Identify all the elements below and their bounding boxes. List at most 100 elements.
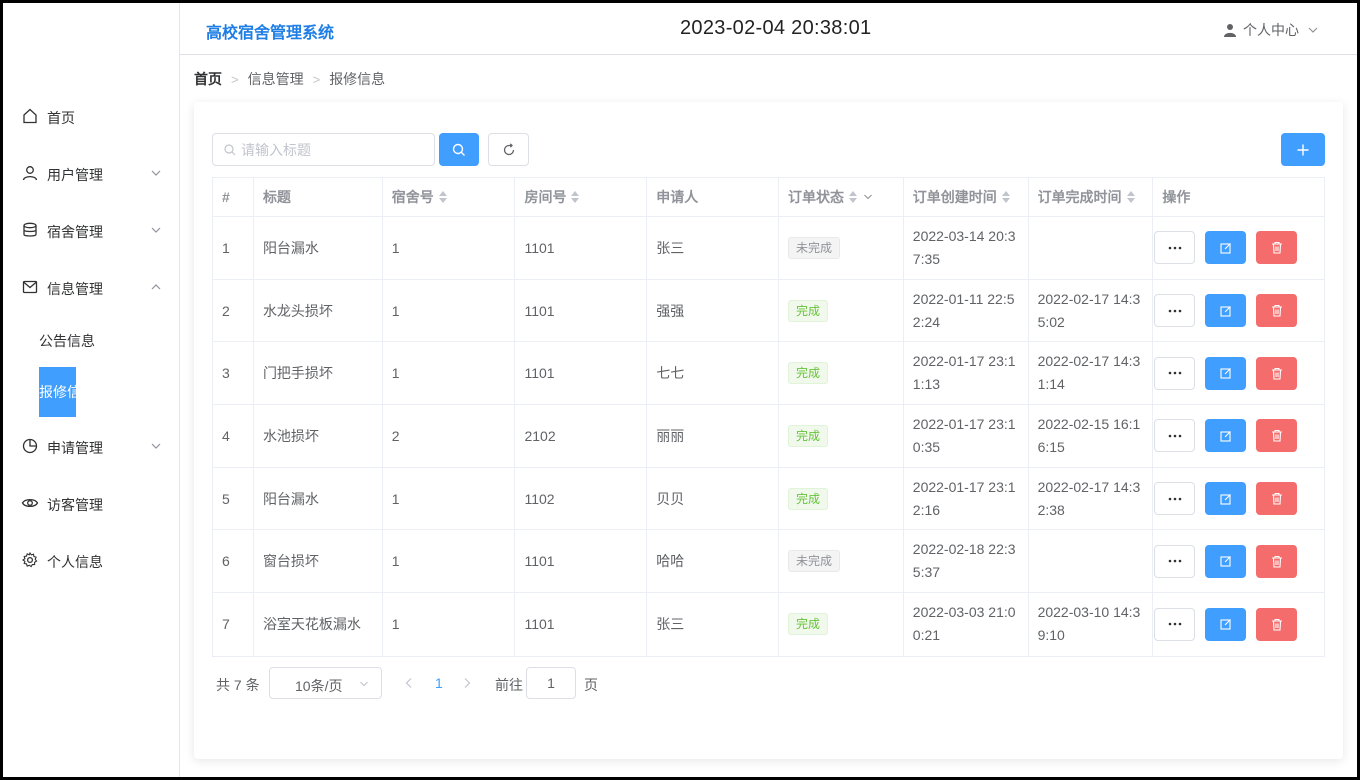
cell-created: 2022-01-11 22:52:24 (904, 279, 1029, 342)
edit-button[interactable] (1205, 294, 1247, 328)
cell-created: 2022-03-03 21:00:21 (904, 593, 1029, 656)
edit-button[interactable] (1205, 607, 1247, 641)
cell-status: 完成 (779, 593, 904, 656)
cell-actions (1153, 280, 1324, 342)
sidebar-item-label: 访客管理 (47, 497, 103, 513)
cell-room: 1101 (515, 279, 648, 342)
sidebar-subitem-repairs[interactable]: 报修信息 (39, 367, 95, 417)
ellipsis-icon (1168, 309, 1182, 312)
message-icon (22, 280, 38, 294)
sidebar-subitem-notices[interactable]: 公告信息 (39, 323, 95, 359)
sort-icon[interactable] (438, 191, 447, 203)
ellipsis-icon (1168, 371, 1182, 375)
ellipsis-icon (1168, 623, 1182, 626)
cell-applicant: 贝贝 (647, 467, 779, 530)
cell-actions (1153, 468, 1324, 530)
delete-button[interactable] (1256, 419, 1298, 453)
status-badge: 未完成 (788, 236, 841, 259)
search-input[interactable] (241, 140, 421, 160)
delete-button[interactable] (1256, 607, 1298, 641)
trash-icon (1271, 367, 1282, 380)
delete-button[interactable] (1256, 356, 1298, 390)
column-header-dorm[interactable]: 宿舍号 (383, 178, 516, 216)
sidebar-item-info[interactable]: 信息管理 (3, 269, 180, 305)
more-button[interactable] (1154, 419, 1196, 453)
cell-index: 3 (213, 342, 254, 405)
sidebar-item-label: 个人信息 (47, 554, 103, 570)
delete-button[interactable] (1256, 482, 1298, 516)
breadcrumb-info: 信息管理 (247, 71, 304, 87)
sidebar-item-home[interactable]: 首页 (3, 98, 180, 134)
sort-icon[interactable] (1001, 191, 1010, 203)
breadcrumb-separator: > (312, 71, 321, 87)
cell-room: 1101 (515, 593, 648, 656)
sidebar-item-profile[interactable]: 个人信息 (3, 542, 180, 578)
delete-button[interactable] (1256, 294, 1298, 328)
column-header-status[interactable]: 订单状态 (779, 178, 904, 216)
table-row: 3 门把手损坏 1 1101 七七 完成 2022-01-17 23:11:13 2022-0… (213, 342, 1324, 406)
column-header-actions: 操作 (1162, 189, 1191, 205)
goto-label: 前往 (495, 677, 523, 693)
edit-button[interactable] (1205, 231, 1247, 265)
sidebar-item-label: 首页 (47, 110, 75, 126)
breadcrumb-separator: > (231, 71, 239, 87)
cell-created: 2022-01-17 23:10:35 (904, 405, 1029, 467)
prev-page-icon[interactable] (404, 677, 414, 689)
page-number-current[interactable]: 1 (435, 675, 443, 691)
cell-title: 水龙头损坏 (254, 279, 383, 342)
cell-actions (1153, 405, 1324, 467)
more-button[interactable] (1154, 544, 1196, 578)
cell-status: 未完成 (779, 530, 904, 593)
cell-created: 2022-02-18 22:35:37 (904, 530, 1029, 593)
sidebar-subitem-label: 公告信息 (39, 333, 95, 349)
pie-chart-icon (22, 438, 38, 454)
search-button[interactable] (439, 133, 479, 166)
search-icon (452, 143, 465, 156)
column-header-created[interactable]: 订单创建时间 (904, 178, 1029, 216)
sidebar-item-visitors[interactable]: 访客管理 (3, 485, 180, 521)
table-body: 1 阳台漏水 1 1101 张三 未完成 2022-03-14 20:37:35 2 水龙头损坏… (213, 217, 1324, 656)
delete-button[interactable] (1256, 231, 1298, 265)
edit-button[interactable] (1205, 419, 1247, 453)
sidebar-item-dorms[interactable]: 宿舍管理 (3, 212, 180, 248)
more-button[interactable] (1154, 607, 1196, 641)
sidebar-item-users[interactable]: 用户管理 (3, 155, 180, 191)
user-center-label: 个人中心 (1243, 22, 1299, 38)
cell-room: 1101 (515, 217, 648, 279)
edit-button[interactable] (1205, 482, 1247, 516)
column-header-finished[interactable]: 订单完成时间 (1029, 178, 1154, 216)
breadcrumb-home[interactable]: 首页 (194, 69, 222, 89)
more-button[interactable] (1154, 294, 1196, 328)
goto-page-input[interactable] (526, 667, 576, 699)
cell-dorm: 1 (383, 593, 516, 656)
sort-icon[interactable] (571, 191, 580, 203)
cell-created: 2022-01-17 23:12:16 (904, 467, 1029, 530)
delete-button[interactable] (1256, 544, 1298, 578)
next-page-icon[interactable] (462, 677, 472, 689)
ellipsis-icon (1168, 497, 1182, 500)
cell-title: 窗台损坏 (254, 530, 383, 593)
filter-chevron-icon[interactable] (863, 192, 873, 202)
page-size-select[interactable]: 10条/页 (269, 667, 382, 699)
edit-icon (1220, 305, 1231, 317)
edit-icon (1220, 619, 1231, 631)
table-row: 7 浴室天花板漏水 1 1101 张三 完成 2022-03-03 21:00:21 2022… (213, 593, 1324, 656)
sidebar-item-applications[interactable]: 申请管理 (3, 428, 180, 464)
edit-button[interactable] (1205, 544, 1247, 578)
column-header-title: 标题 (254, 178, 383, 216)
add-button[interactable] (1281, 133, 1325, 166)
cell-status: 完成 (779, 405, 904, 467)
column-header-room[interactable]: 房间号 (515, 178, 648, 216)
more-button[interactable] (1154, 482, 1196, 516)
edit-button[interactable] (1205, 356, 1247, 390)
reset-button[interactable] (488, 133, 529, 166)
user-center-dropdown[interactable]: 个人中心 (1223, 20, 1325, 40)
ellipsis-icon (1168, 559, 1182, 563)
gear-icon (22, 551, 38, 568)
more-button[interactable] (1154, 356, 1196, 390)
top-header: 高校宿舍管理系统 2023-02-04 20:38:01 个人中心 (180, 3, 1357, 55)
sort-icon[interactable] (849, 191, 857, 203)
sort-icon[interactable] (1126, 191, 1135, 203)
cell-created: 2022-01-17 23:11:13 (904, 342, 1029, 405)
more-button[interactable] (1154, 231, 1196, 265)
